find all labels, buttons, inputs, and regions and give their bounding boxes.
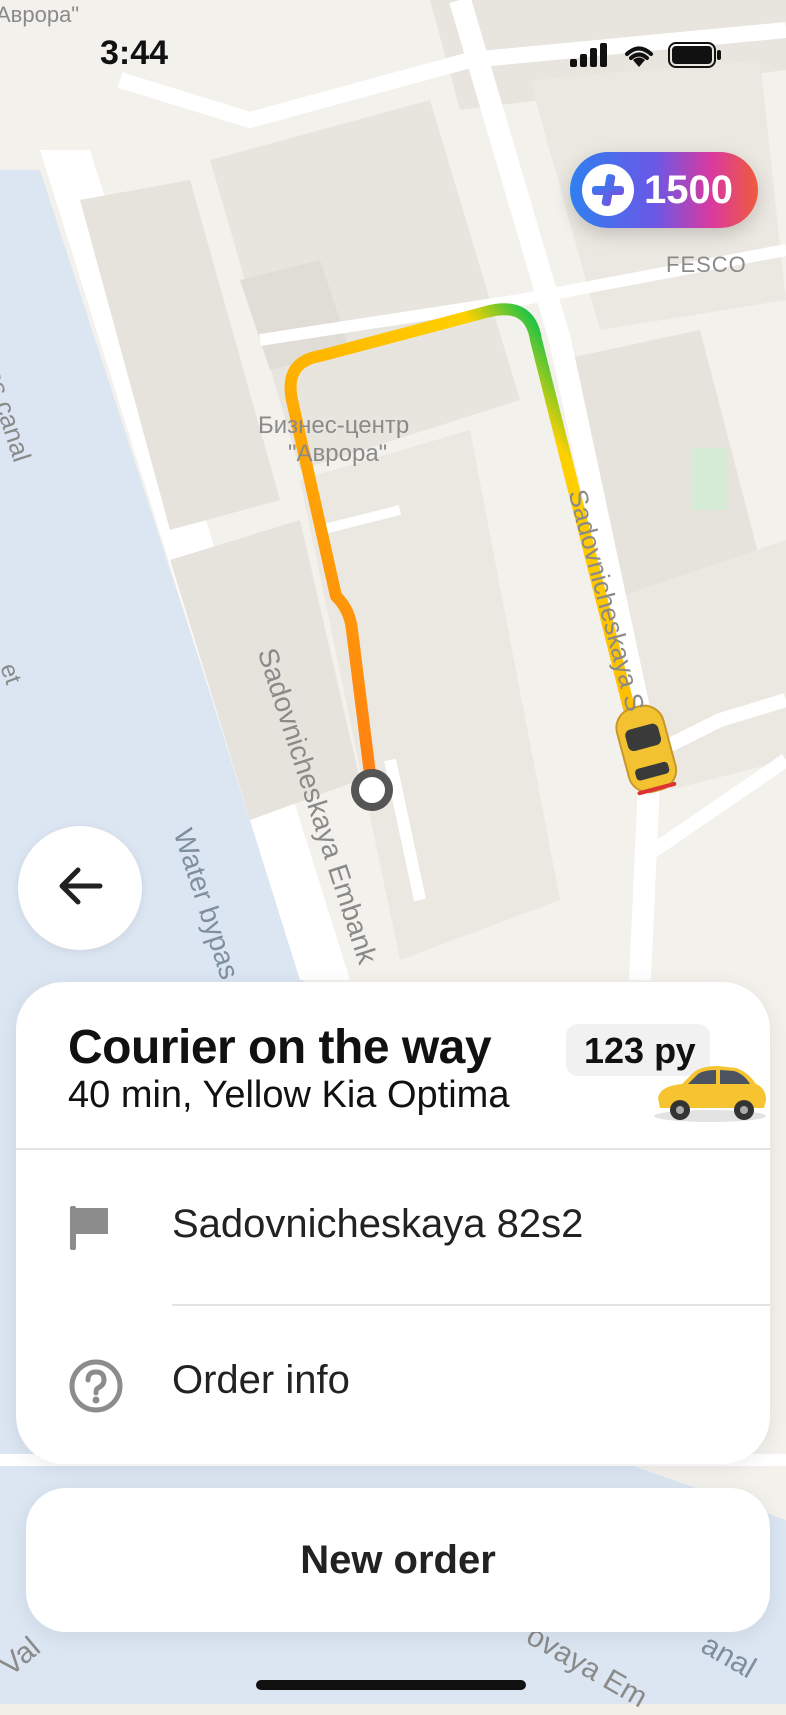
order-status-title: Courier on the way [68,1021,492,1074]
card-divider-middle [172,1304,770,1306]
plus-icon [582,164,634,216]
signal-icon [570,43,610,72]
plus-points-badge[interactable]: 1500 [570,152,758,228]
back-button[interactable] [18,826,142,950]
map-label-business-center-name: "Аврора" [288,440,388,467]
arrow-left-icon [56,866,104,911]
order-eta-vehicle: 40 min, Yellow Kia Optima [68,1074,510,1116]
start-marker [351,769,393,811]
card-divider-top [16,1148,770,1150]
car-illustration [652,1058,770,1133]
status-icons [570,42,722,73]
plus-points-value: 1500 [644,167,733,212]
new-order-button[interactable]: New order [26,1488,770,1632]
destination-address: Sadovnicheskaya 82s2 [172,1202,584,1246]
home-indicator[interactable] [256,1680,526,1690]
map-label-business-center: Бизнес-центр [258,412,410,439]
battery-icon [668,42,722,73]
wifi-icon [622,43,656,72]
status-time: 3:44 [100,34,169,72]
map-label-top-left: Аврора" [0,2,80,27]
flag-icon [68,1204,112,1257]
map-label-fesco: FESCO [666,252,747,277]
order-info-label: Order info [172,1358,350,1402]
question-circle-icon [68,1358,124,1419]
order-status-card: Courier on the way 40 min, Yellow Kia Op… [16,982,770,1464]
